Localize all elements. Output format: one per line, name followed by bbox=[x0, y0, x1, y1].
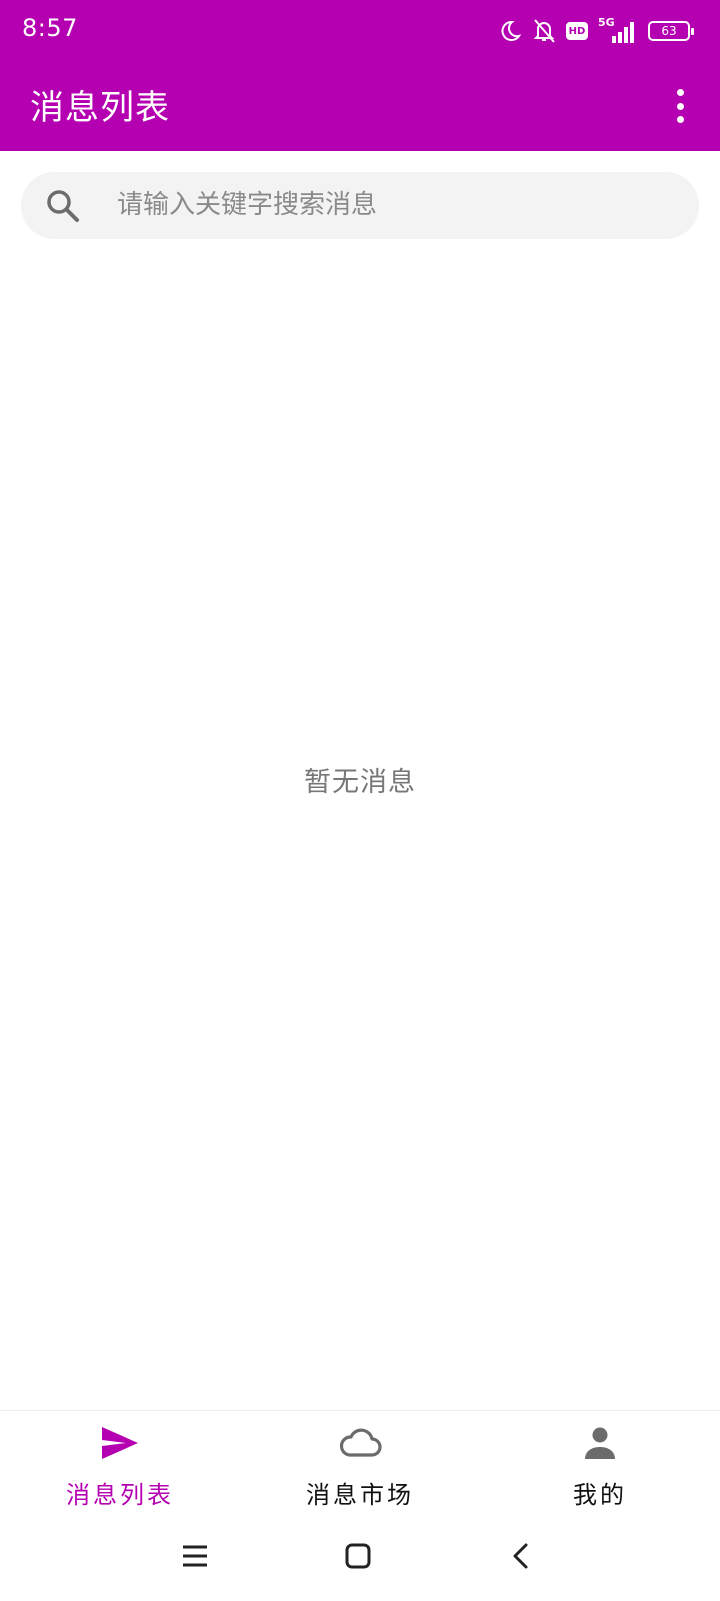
nav-label: 消息列表 bbox=[66, 1481, 174, 1509]
menu-dot bbox=[676, 89, 684, 96]
menu-dot bbox=[676, 116, 684, 123]
status-time: 8:57 bbox=[22, 14, 78, 42]
status-icons: HD 5G 63 bbox=[498, 16, 694, 46]
battery-level: 63 bbox=[661, 24, 677, 38]
send-icon bbox=[100, 1425, 140, 1465]
search-bar[interactable] bbox=[21, 172, 699, 239]
bell-off-icon bbox=[532, 18, 556, 44]
nav-item-message-market[interactable]: 消息市场 bbox=[240, 1411, 480, 1520]
moon-icon bbox=[498, 19, 522, 43]
empty-state-text: 暂无消息 bbox=[304, 767, 416, 798]
page-title: 消息列表 bbox=[30, 88, 170, 128]
search-icon bbox=[45, 188, 81, 228]
hd-icon: HD bbox=[566, 22, 588, 40]
nav-item-mine[interactable]: 我的 bbox=[480, 1411, 720, 1520]
nav-label: 我的 bbox=[573, 1481, 627, 1509]
back-icon[interactable] bbox=[508, 1542, 536, 1574]
menu-icon[interactable] bbox=[181, 1542, 209, 1574]
system-nav-bar bbox=[0, 1520, 720, 1601]
menu-dot bbox=[676, 102, 684, 110]
cloud-icon bbox=[338, 1425, 382, 1465]
home-icon[interactable] bbox=[344, 1542, 372, 1574]
status-bar: 8:57 HD 5G 63 bbox=[0, 0, 720, 62]
bottom-nav: 消息列表 消息市场 我的 bbox=[0, 1410, 720, 1520]
nav-label: 消息市场 bbox=[306, 1481, 414, 1509]
signal-icon: 5G bbox=[598, 16, 638, 44]
nav-item-message-list[interactable]: 消息列表 bbox=[0, 1411, 240, 1520]
search-input[interactable] bbox=[117, 182, 677, 228]
more-vert-icon[interactable] bbox=[670, 86, 690, 126]
person-icon bbox=[582, 1425, 618, 1465]
app-bar: 消息列表 bbox=[0, 62, 720, 151]
battery-icon: 63 bbox=[648, 21, 694, 41]
